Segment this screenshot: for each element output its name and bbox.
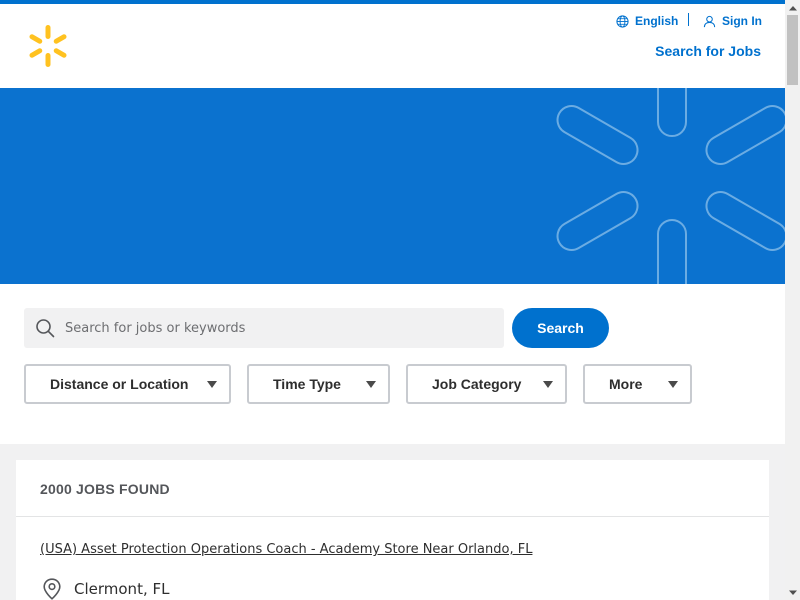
filter-time-type[interactable]: Time Type xyxy=(247,364,390,404)
spark-outline-graphic xyxy=(556,88,785,284)
search-input[interactable] xyxy=(65,320,485,336)
page-scrollbar[interactable] xyxy=(785,0,800,600)
search-for-jobs-link[interactable]: Search for Jobs xyxy=(655,43,761,59)
spark-logo-icon[interactable] xyxy=(26,24,70,68)
filter-job-category[interactable]: Job Category xyxy=(406,364,567,404)
sign-in-label: Sign In xyxy=(722,14,762,28)
filter-label: Distance or Location xyxy=(50,376,189,392)
jobs-found-count: 2000 JOBS FOUND xyxy=(40,481,170,497)
hero-banner xyxy=(0,88,785,284)
user-icon xyxy=(703,15,716,27)
site-header: English Sign In Search for Jobs xyxy=(0,4,785,88)
filter-label: Time Type xyxy=(273,376,341,392)
job-location: Clermont, FL xyxy=(42,578,169,600)
results-divider xyxy=(16,516,769,517)
filter-label: Job Category xyxy=(432,376,522,392)
search-icon xyxy=(36,319,55,338)
scroll-down-arrow-icon[interactable] xyxy=(785,585,800,600)
job-search-panel: Search Distance or Location Time Type Jo… xyxy=(0,284,785,444)
search-button[interactable]: Search xyxy=(512,308,609,348)
language-label: English xyxy=(635,14,679,28)
page: English Sign In Search for Jobs Search f… xyxy=(0,0,785,600)
globe-icon xyxy=(616,14,629,28)
header-divider xyxy=(688,13,689,26)
search-field-container[interactable] xyxy=(24,308,504,348)
caret-down-icon xyxy=(668,380,678,388)
filter-label: More xyxy=(609,376,643,392)
language-selector[interactable]: English xyxy=(616,12,678,30)
caret-down-icon xyxy=(207,380,217,388)
scroll-up-arrow-icon[interactable] xyxy=(785,0,800,15)
location-pin-icon xyxy=(43,578,61,600)
sign-in-link[interactable]: Sign In xyxy=(703,12,762,30)
job-title-link[interactable]: (USA) Asset Protection Operations Coach … xyxy=(40,542,532,557)
scrollbar-thumb[interactable] xyxy=(787,15,798,85)
job-location-label: Clermont, FL xyxy=(74,580,170,598)
filter-more[interactable]: More xyxy=(583,364,692,404)
caret-down-icon xyxy=(543,380,553,388)
caret-down-icon xyxy=(366,380,376,388)
results-list: 2000 JOBS FOUND (USA) Asset Protection O… xyxy=(16,460,769,600)
filter-distance-location[interactable]: Distance or Location xyxy=(24,364,231,404)
